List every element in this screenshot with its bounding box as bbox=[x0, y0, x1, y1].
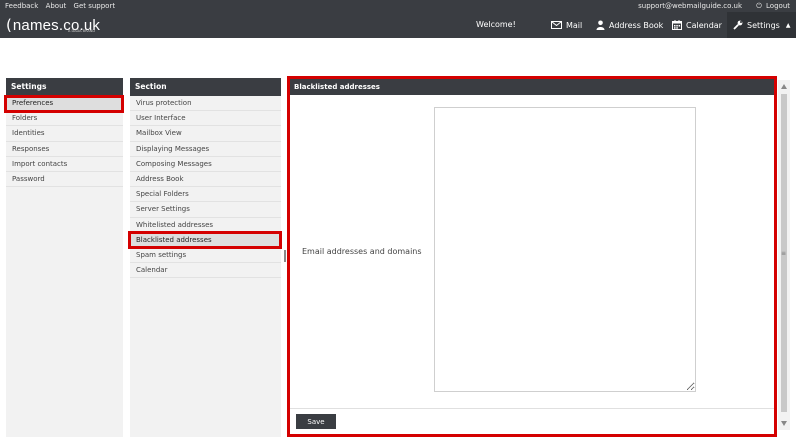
panel-resize-handle[interactable] bbox=[284, 250, 286, 262]
welcome-text: Welcome! bbox=[476, 20, 516, 29]
feedback-link[interactable]: Feedback bbox=[5, 2, 38, 10]
person-icon bbox=[596, 20, 605, 30]
logout-label: Logout bbox=[766, 2, 790, 10]
section-panel: Section Virus protection User Interface … bbox=[130, 78, 281, 437]
section-item-user-interface[interactable]: User Interface bbox=[130, 111, 281, 127]
section-item-spam-settings[interactable]: Spam settings bbox=[130, 248, 281, 264]
logout-link[interactable]: ⏻ Logout bbox=[750, 2, 790, 10]
nav-address-book-label: Address Book bbox=[609, 20, 664, 30]
scroll-grip-icon: ≡ bbox=[781, 250, 787, 257]
nav-mail-label: Mail bbox=[566, 20, 583, 30]
settings-item-preferences[interactable]: Preferences bbox=[6, 96, 123, 112]
logo-subtitle: A DADA BRAND bbox=[68, 29, 96, 33]
about-link[interactable]: About bbox=[46, 2, 67, 10]
settings-panel-title: Settings bbox=[6, 78, 123, 96]
logo-icon: ( bbox=[6, 16, 12, 34]
scroll-down-icon[interactable] bbox=[781, 421, 787, 426]
user-email: support@webmailguide.co.uk bbox=[638, 2, 743, 10]
settings-item-identities[interactable]: Identities bbox=[6, 126, 123, 142]
section-item-whitelisted-addresses[interactable]: Whitelisted addresses bbox=[130, 218, 281, 233]
mail-icon bbox=[551, 21, 562, 29]
content-pane: Blacklisted addresses Email addresses an… bbox=[290, 79, 774, 435]
section-panel-title: Section bbox=[130, 78, 281, 96]
content-scrollbar[interactable]: ≡ bbox=[778, 80, 790, 430]
top-right: support@webmailguide.co.uk ⏻ Logout bbox=[632, 0, 790, 12]
section-item-blacklisted-addresses[interactable]: Blacklisted addresses bbox=[130, 232, 281, 248]
section-item-virus-protection[interactable]: Virus protection bbox=[130, 96, 281, 112]
content-title: Blacklisted addresses bbox=[290, 79, 774, 95]
settings-panel: Settings Preferences Folders Identities … bbox=[6, 78, 123, 437]
settings-item-responses[interactable]: Responses bbox=[6, 142, 123, 157]
calendar-icon bbox=[672, 20, 682, 30]
get-support-link[interactable]: Get support bbox=[74, 2, 116, 10]
scroll-up-icon[interactable] bbox=[781, 84, 787, 89]
section-item-composing-messages[interactable]: Composing Messages bbox=[130, 157, 281, 172]
settings-item-folders[interactable]: Folders bbox=[6, 111, 123, 127]
section-item-special-folders[interactable]: Special Folders bbox=[130, 187, 281, 203]
caret-up-icon: ▲ bbox=[785, 21, 791, 29]
section-item-displaying-messages[interactable]: Displaying Messages bbox=[130, 142, 281, 157]
section-item-calendar[interactable]: Calendar bbox=[130, 263, 281, 279]
blacklist-textarea[interactable] bbox=[434, 107, 696, 392]
power-icon: ⏻ bbox=[756, 2, 762, 10]
save-button[interactable]: Save bbox=[296, 414, 336, 429]
nav-settings[interactable]: Settings ▲ bbox=[727, 12, 796, 38]
wrench-icon bbox=[733, 20, 743, 30]
header: ( names.co.uk A DADA BRAND Welcome! Mail… bbox=[0, 12, 796, 38]
nav-address-book[interactable]: Address Book bbox=[596, 12, 663, 38]
content-footer: Save bbox=[290, 408, 774, 434]
email-domains-label: Email addresses and domains bbox=[302, 247, 422, 256]
settings-item-import-contacts[interactable]: Import contacts bbox=[6, 157, 123, 172]
nav-calendar[interactable]: Calendar bbox=[672, 12, 722, 38]
section-item-mailbox-view[interactable]: Mailbox View bbox=[130, 126, 281, 142]
nav-settings-label: Settings bbox=[747, 20, 780, 30]
top-links: Feedback About Get support bbox=[5, 0, 120, 12]
section-item-address-book[interactable]: Address Book bbox=[130, 172, 281, 188]
top-strip: Feedback About Get support support@webma… bbox=[0, 0, 796, 12]
settings-item-password[interactable]: Password bbox=[6, 172, 123, 188]
nav-calendar-label: Calendar bbox=[686, 20, 722, 30]
logo[interactable]: ( names.co.uk A DADA BRAND bbox=[6, 14, 100, 36]
nav-mail[interactable]: Mail bbox=[551, 12, 582, 38]
section-item-server-settings[interactable]: Server Settings bbox=[130, 202, 281, 218]
